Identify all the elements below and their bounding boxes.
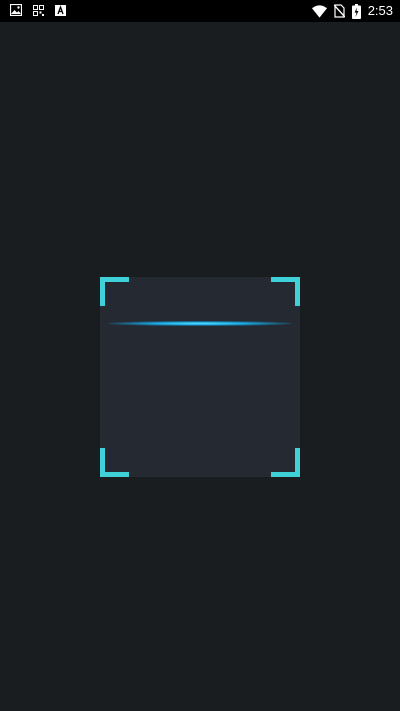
qr-code-icon (33, 4, 44, 16)
no-sim-icon (333, 4, 345, 18)
notification-icons (10, 4, 66, 16)
status-bar: 2:53 (0, 0, 400, 22)
scan-line (108, 321, 292, 326)
font-icon (55, 4, 66, 16)
scan-corner-top-left (100, 277, 129, 306)
system-icons: 2:53 (311, 3, 393, 19)
wifi-icon (311, 4, 327, 18)
status-clock: 2:53 (367, 3, 393, 18)
scan-corner-top-right (271, 277, 300, 306)
scan-corner-bottom-right (271, 448, 300, 477)
scan-frame (100, 277, 300, 477)
image-icon (10, 4, 22, 16)
battery-charging-icon (351, 3, 361, 19)
scan-corner-bottom-left (100, 448, 129, 477)
